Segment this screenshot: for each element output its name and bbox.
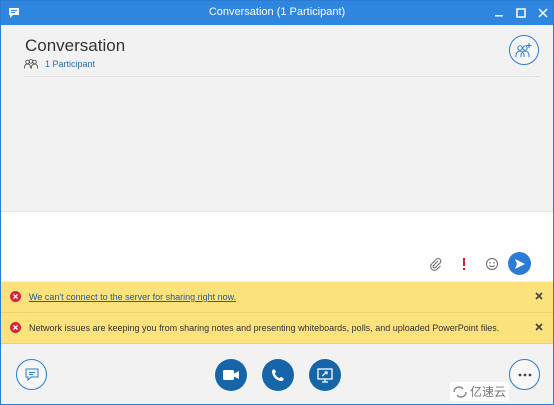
add-people-icon bbox=[515, 43, 532, 57]
alert-sharing-connection: We can't connect to the server for shari… bbox=[1, 282, 553, 313]
conversation-header: Conversation 1 Participant bbox=[1, 25, 553, 211]
watermark-text: 亿速云 bbox=[470, 385, 507, 399]
title-bar: Conversation (1 Participant) bbox=[1, 1, 553, 25]
call-button[interactable] bbox=[262, 359, 294, 391]
more-options-button[interactable] bbox=[509, 359, 540, 390]
paperclip-icon[interactable] bbox=[428, 256, 444, 272]
im-button[interactable] bbox=[16, 359, 47, 390]
alert-message-link[interactable]: We can't connect to the server for shari… bbox=[29, 292, 236, 302]
present-screen-icon bbox=[317, 367, 333, 383]
alert-network-issues: Network issues are keeping you from shar… bbox=[1, 313, 553, 344]
window-title: Conversation (1 Participant) bbox=[208, 6, 346, 18]
smiley-icon[interactable] bbox=[484, 256, 500, 272]
exclamation-icon[interactable] bbox=[456, 256, 472, 272]
phone-icon bbox=[272, 369, 284, 381]
participants-label: 1 Participant bbox=[45, 59, 96, 69]
send-button[interactable] bbox=[508, 252, 531, 275]
close-button[interactable] bbox=[532, 1, 554, 25]
minimize-button[interactable] bbox=[488, 1, 510, 25]
minimize-icon bbox=[495, 15, 503, 17]
header-divider bbox=[24, 76, 540, 77]
watermark-logo-icon bbox=[453, 385, 467, 398]
video-icon bbox=[223, 370, 239, 380]
watermark: 亿速云 bbox=[450, 382, 510, 401]
page-title: Conversation bbox=[25, 36, 126, 55]
dismiss-alert-icon[interactable] bbox=[534, 291, 544, 301]
more-icon bbox=[518, 373, 531, 376]
conversation-window: Conversation (1 Participant) Conversatio… bbox=[0, 0, 554, 405]
chat-icon bbox=[25, 368, 38, 381]
add-people-button[interactable] bbox=[509, 35, 539, 65]
video-button[interactable] bbox=[215, 359, 247, 391]
maximize-icon bbox=[516, 8, 526, 18]
send-icon bbox=[514, 258, 525, 269]
close-icon bbox=[538, 8, 548, 18]
maximize-button[interactable] bbox=[510, 1, 532, 25]
error-icon bbox=[10, 322, 21, 333]
alert-message: Network issues are keeping you from shar… bbox=[29, 323, 500, 333]
present-button[interactable] bbox=[309, 359, 341, 391]
bottom-toolbar: 亿速云 bbox=[1, 344, 553, 404]
message-compose-area[interactable] bbox=[1, 211, 553, 281]
people-icon bbox=[24, 59, 38, 69]
participants-link[interactable]: 1 Participant bbox=[24, 59, 95, 69]
error-icon bbox=[10, 291, 21, 302]
dismiss-alert-icon[interactable] bbox=[534, 322, 544, 332]
